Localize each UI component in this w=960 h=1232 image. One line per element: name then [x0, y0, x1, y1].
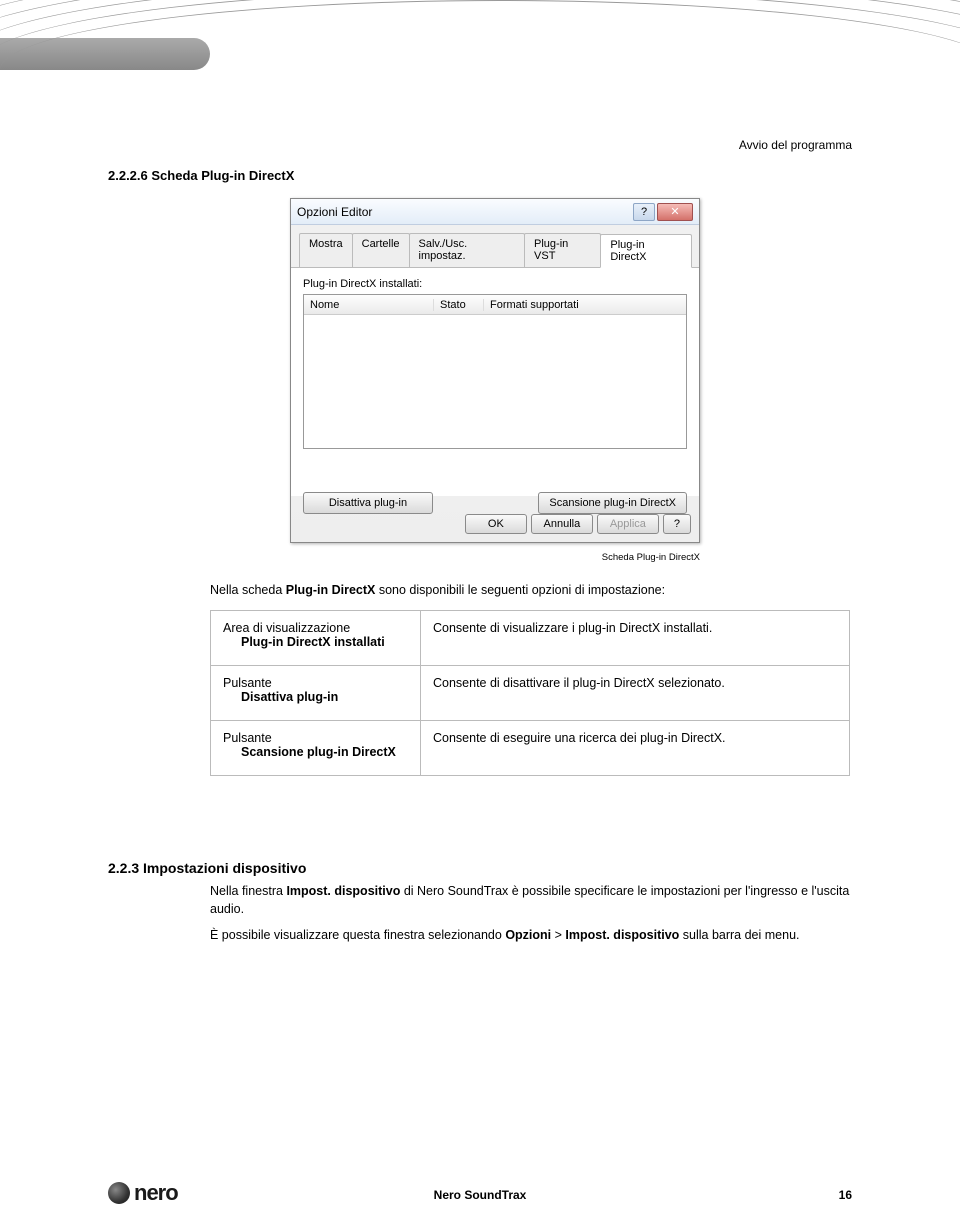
col-stato[interactable]: Stato [434, 299, 484, 311]
table-row: Pulsante Disattiva plug-in Consente di d… [211, 666, 850, 721]
section-2-2-3: 2.2.3 Impostazioni dispositivo Nella fin… [108, 860, 852, 952]
row3-label: Pulsante [223, 731, 408, 745]
listbox-label: Plug-in DirectX installati: [303, 278, 687, 290]
tab-salv-usc[interactable]: Salv./Usc. impostaz. [409, 233, 526, 267]
dialog-titlebar: Opzioni Editor ? ✕ [291, 199, 699, 225]
table-row: Area di visualizzazione Plug-in DirectX … [211, 611, 850, 666]
col-formati[interactable]: Formati supportati [484, 299, 686, 311]
apply-button[interactable]: Applica [597, 514, 659, 534]
disable-plugin-button[interactable]: Disattiva plug-in [303, 492, 433, 514]
header-decoration [0, 0, 960, 140]
figure-caption: Scheda Plug-in DirectX [602, 552, 700, 563]
close-icon[interactable]: ✕ [657, 203, 693, 221]
section2-heading: 2.2.3 Impostazioni dispositivo [108, 860, 852, 876]
tab-mostra[interactable]: Mostra [299, 233, 353, 267]
help-icon[interactable]: ? [633, 203, 655, 221]
plugin-listbox[interactable]: Nome Stato Formati supportati [303, 294, 687, 449]
col-nome[interactable]: Nome [304, 299, 434, 311]
tab-plugin-directx[interactable]: Plug-in DirectX [600, 234, 692, 268]
section2-p2: È possibile visualizzare questa finestra… [210, 926, 852, 944]
row2-desc: Consente di disattivare il plug-in Direc… [421, 666, 850, 721]
listbox-header: Nome Stato Formati supportati [304, 295, 686, 315]
tab-strip: Mostra Cartelle Salv./Usc. impostaz. Plu… [291, 225, 699, 268]
dialog-body: Plug-in DirectX installati: Nome Stato F… [291, 268, 699, 496]
scan-plugin-button[interactable]: Scansione plug-in DirectX [538, 492, 687, 514]
tab-plugin-vst[interactable]: Plug-in VST [524, 233, 601, 267]
ok-button[interactable]: OK [465, 514, 527, 534]
row3-desc: Consente di eseguire una ricerca dei plu… [421, 721, 850, 776]
section2-p1: Nella finestra Impost. dispositivo di Ne… [210, 882, 852, 918]
options-dialog: Opzioni Editor ? ✕ Mostra Cartelle Salv.… [290, 198, 700, 543]
help-button[interactable]: ? [663, 514, 691, 534]
row1-desc: Consente di visualizzare i plug-in Direc… [421, 611, 850, 666]
dialog-title: Opzioni Editor [297, 205, 631, 219]
options-table: Area di visualizzazione Plug-in DirectX … [210, 610, 850, 776]
tab-cartelle[interactable]: Cartelle [352, 233, 410, 267]
page-header: Avvio del programma [739, 138, 852, 152]
section-heading: 2.2.2.6 Scheda Plug-in DirectX [108, 168, 294, 183]
row2-bold: Disattiva plug-in [241, 690, 338, 704]
table-row: Pulsante Scansione plug-in DirectX Conse… [211, 721, 850, 776]
row1-label: Area di visualizzazione [223, 621, 408, 635]
page-footer: nero Nero SoundTrax 16 [0, 1188, 960, 1202]
row2-label: Pulsante [223, 676, 408, 690]
row3-bold: Scansione plug-in DirectX [241, 745, 396, 759]
nero-logo: nero [108, 1180, 178, 1206]
intro-paragraph: Nella scheda Plug-in DirectX sono dispon… [210, 582, 850, 600]
footer-center: Nero SoundTrax [434, 1188, 527, 1202]
row1-bold: Plug-in DirectX installati [241, 635, 385, 649]
page-number: 16 [839, 1188, 852, 1202]
cancel-button[interactable]: Annulla [531, 514, 593, 534]
